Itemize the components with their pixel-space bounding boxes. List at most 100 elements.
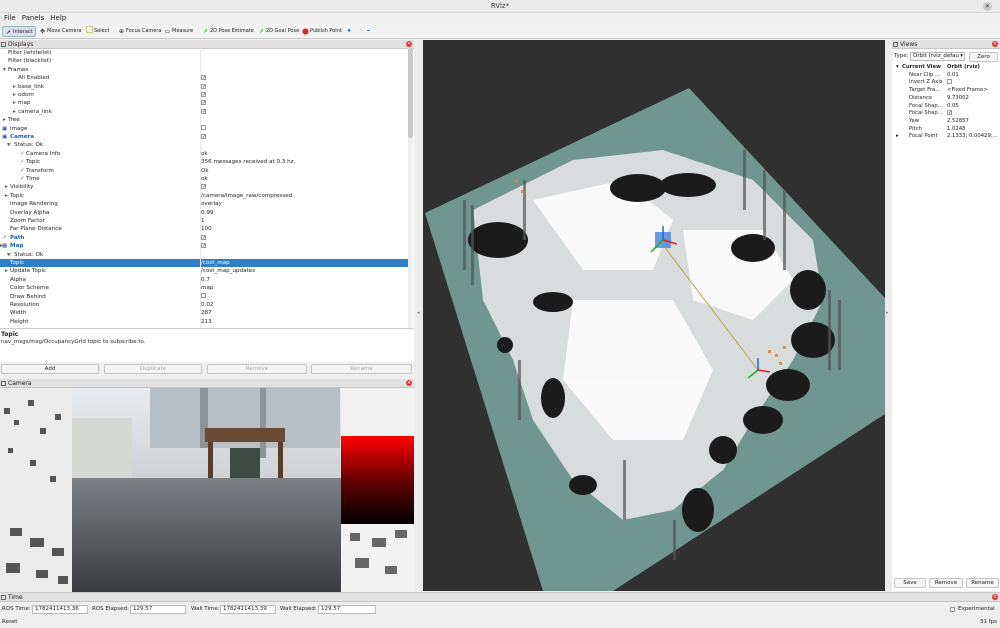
enabled-checkbox[interactable]: ✓	[201, 83, 206, 91]
close-icon[interactable]: ×	[406, 380, 412, 386]
expand-arrow-icon[interactable]: ▸	[5, 192, 8, 200]
display-row[interactable]: ▸ map ✓	[0, 99, 408, 107]
display-row[interactable]: Alpha 0.7	[0, 276, 408, 284]
display-row[interactable]: ↗ Path ✓	[0, 234, 408, 242]
left-splitter[interactable]: ◂	[414, 40, 423, 591]
view-property-row[interactable]: Near Clip ... 0.01	[892, 72, 1000, 80]
display-row[interactable]: Color Scheme map	[0, 284, 408, 292]
enabled-checkbox[interactable]	[201, 292, 206, 301]
close-icon[interactable]: ×	[992, 594, 998, 600]
add-tool-icon[interactable]: ✚	[345, 26, 353, 37]
display-row[interactable]: Filter (blacklist)	[0, 57, 408, 65]
display-row[interactable]: Zoom Factor 1	[0, 217, 408, 225]
view-property-row[interactable]: Focal Shap... 0.05	[892, 103, 1000, 111]
display-row[interactable]: ✓ Topic 356 messages received at 0.3 hz.	[0, 158, 408, 166]
enabled-checkbox[interactable]: ✓	[201, 242, 206, 250]
display-row[interactable]: Image Rendering overlay	[0, 200, 408, 208]
display-row[interactable]: ✓ Time ok	[0, 175, 408, 183]
remove-button[interactable]: Remove	[207, 364, 307, 374]
views-save-button[interactable]: Save	[894, 578, 926, 588]
enabled-checkbox[interactable]: ✓	[201, 99, 206, 107]
select-tool-button[interactable]: Select	[84, 26, 111, 37]
displays-tree[interactable]: Filter (whitelist) Filter (blacklist) ▾ Fra…	[0, 49, 414, 328]
displays-scrollbar[interactable]	[408, 48, 413, 328]
display-row[interactable]: ▾ Frames	[0, 66, 408, 74]
expand-arrow-icon[interactable]: ▾	[896, 64, 899, 72]
view-property-row[interactable]: Yaw 2.52857	[892, 118, 1000, 126]
display-row[interactable]: ▸ Update Topic/cost_map_updates	[0, 267, 408, 275]
measure-tool-button[interactable]: ▭ Measure	[162, 26, 195, 37]
expand-arrow-icon[interactable]: ▸	[13, 91, 16, 99]
menu-help[interactable]: Help	[50, 13, 66, 24]
view-property-row[interactable]: Focal Shap... ✓	[892, 110, 1000, 118]
view-property-row[interactable]: Invert Z Axis	[892, 79, 1000, 87]
enabled-checkbox[interactable]: ✓	[201, 108, 206, 116]
views-rename-button[interactable]: Rename	[966, 578, 999, 588]
enabled-checkbox[interactable]: ✓	[201, 133, 206, 141]
duplicate-button[interactable]: Duplicate	[104, 364, 202, 374]
display-row[interactable]: ▸ Visibility ✓	[0, 183, 408, 191]
menu-panels[interactable]: Panels	[22, 13, 45, 24]
display-row[interactable]: ▸ Topic/camera/image_raw/compressed	[0, 192, 408, 200]
right-splitter[interactable]: ▸	[885, 40, 892, 591]
property-checkbox[interactable]: ✓	[947, 110, 952, 118]
camera-image-view[interactable]	[0, 388, 414, 592]
display-row[interactable]: Far Plane Distance 100	[0, 225, 408, 233]
display-row[interactable]: ▾ ✓ Status: Ok	[0, 251, 408, 259]
menu-file[interactable]: File	[4, 13, 16, 24]
add-button[interactable]: Add	[1, 364, 99, 374]
display-row[interactable]: Filter (whitelist)	[0, 49, 408, 57]
move-camera-tool-button[interactable]: ✥ Move Camera	[37, 26, 84, 37]
enabled-checkbox[interactable]: ✓	[201, 234, 206, 242]
scrollbar-thumb[interactable]	[408, 48, 413, 138]
ros-time-field[interactable]: 1782411413.36	[32, 605, 88, 614]
display-row[interactable]: ✓ Transform Ok	[0, 167, 408, 175]
display-row[interactable]: ▾ ✓ Status: Ok	[0, 141, 408, 149]
expand-arrow-icon[interactable]: ▸	[13, 99, 16, 107]
display-row[interactable]: All Enabled ✓	[0, 74, 408, 82]
experimental-checkbox[interactable]	[950, 607, 955, 612]
goal-pose-tool-button[interactable]: ➚ 2D Goal Pose	[256, 26, 301, 37]
display-row[interactable]: Resolution 0.02	[0, 301, 408, 309]
view-type-select[interactable]: Orbit (rviz_defau ▾	[910, 52, 965, 61]
view-property-row[interactable]: Target Fra... <Fixed Frame>	[892, 87, 1000, 95]
enabled-checkbox[interactable]: ✓	[201, 183, 206, 191]
display-row[interactable]: ▣ Camera ✓	[0, 133, 408, 141]
display-row[interactable]: Width 287	[0, 309, 408, 317]
window-close-icon[interactable]: ✕	[983, 2, 992, 11]
display-row[interactable]: ✓ Camera Info ok	[0, 150, 408, 158]
view-property-row[interactable]: Distance 9.73002	[892, 95, 1000, 103]
expand-arrow-icon[interactable]: ▸	[5, 267, 8, 275]
display-row[interactable]: ▸ camera_link ✓	[0, 108, 408, 116]
display-row[interactable]: Draw Behind	[0, 292, 408, 301]
enabled-checkbox[interactable]: ✓	[201, 74, 206, 82]
expand-arrow-icon[interactable]: ▸	[13, 83, 16, 91]
close-icon[interactable]: ×	[992, 41, 998, 47]
expand-arrow-icon[interactable]: ▸	[896, 133, 899, 141]
display-row[interactable]: Height 213	[0, 318, 408, 326]
wall-elapsed-field[interactable]: 129.57	[318, 605, 376, 614]
close-icon[interactable]: ×	[406, 41, 412, 47]
remove-tool-icon[interactable]: ━	[365, 26, 372, 37]
view-property-row[interactable]: Current View Orbit (rviz) ▾	[892, 64, 1000, 72]
display-row[interactable]: ▣ image	[0, 124, 408, 133]
focus-camera-tool-button[interactable]: ⊕ Focus Camera	[116, 26, 164, 37]
expand-arrow-icon[interactable]: ▸	[5, 183, 8, 191]
expand-arrow-icon[interactable]: ▸	[3, 116, 6, 124]
rename-button[interactable]: Rename	[311, 364, 412, 374]
publish-point-tool-button[interactable]: ⬤Publish Point	[300, 26, 344, 37]
interact-tool-button[interactable]: ➚ Interact	[2, 26, 36, 37]
display-row[interactable]: Topic/cost_map	[0, 259, 408, 268]
enabled-checkbox[interactable]	[201, 124, 206, 133]
expand-arrow-icon[interactable]: ▸	[13, 108, 16, 116]
display-row[interactable]: ▸ ▦ Map ✓	[0, 242, 408, 250]
enabled-checkbox[interactable]: ✓	[201, 91, 206, 99]
pose-estimate-tool-button[interactable]: ➚ 2D Pose Estimate	[200, 26, 256, 37]
display-row[interactable]: ▸ base_link ✓	[0, 83, 408, 91]
ros-elapsed-field[interactable]: 129.57	[130, 605, 186, 614]
display-row[interactable]: Overlay Alpha 0.99	[0, 209, 408, 217]
3d-render-viewport[interactable]	[423, 40, 885, 591]
display-row[interactable]: ▸ Tree	[0, 116, 408, 124]
expand-arrow-icon[interactable]: ▾	[3, 66, 6, 74]
display-row[interactable]: ▸ odom ✓	[0, 91, 408, 99]
